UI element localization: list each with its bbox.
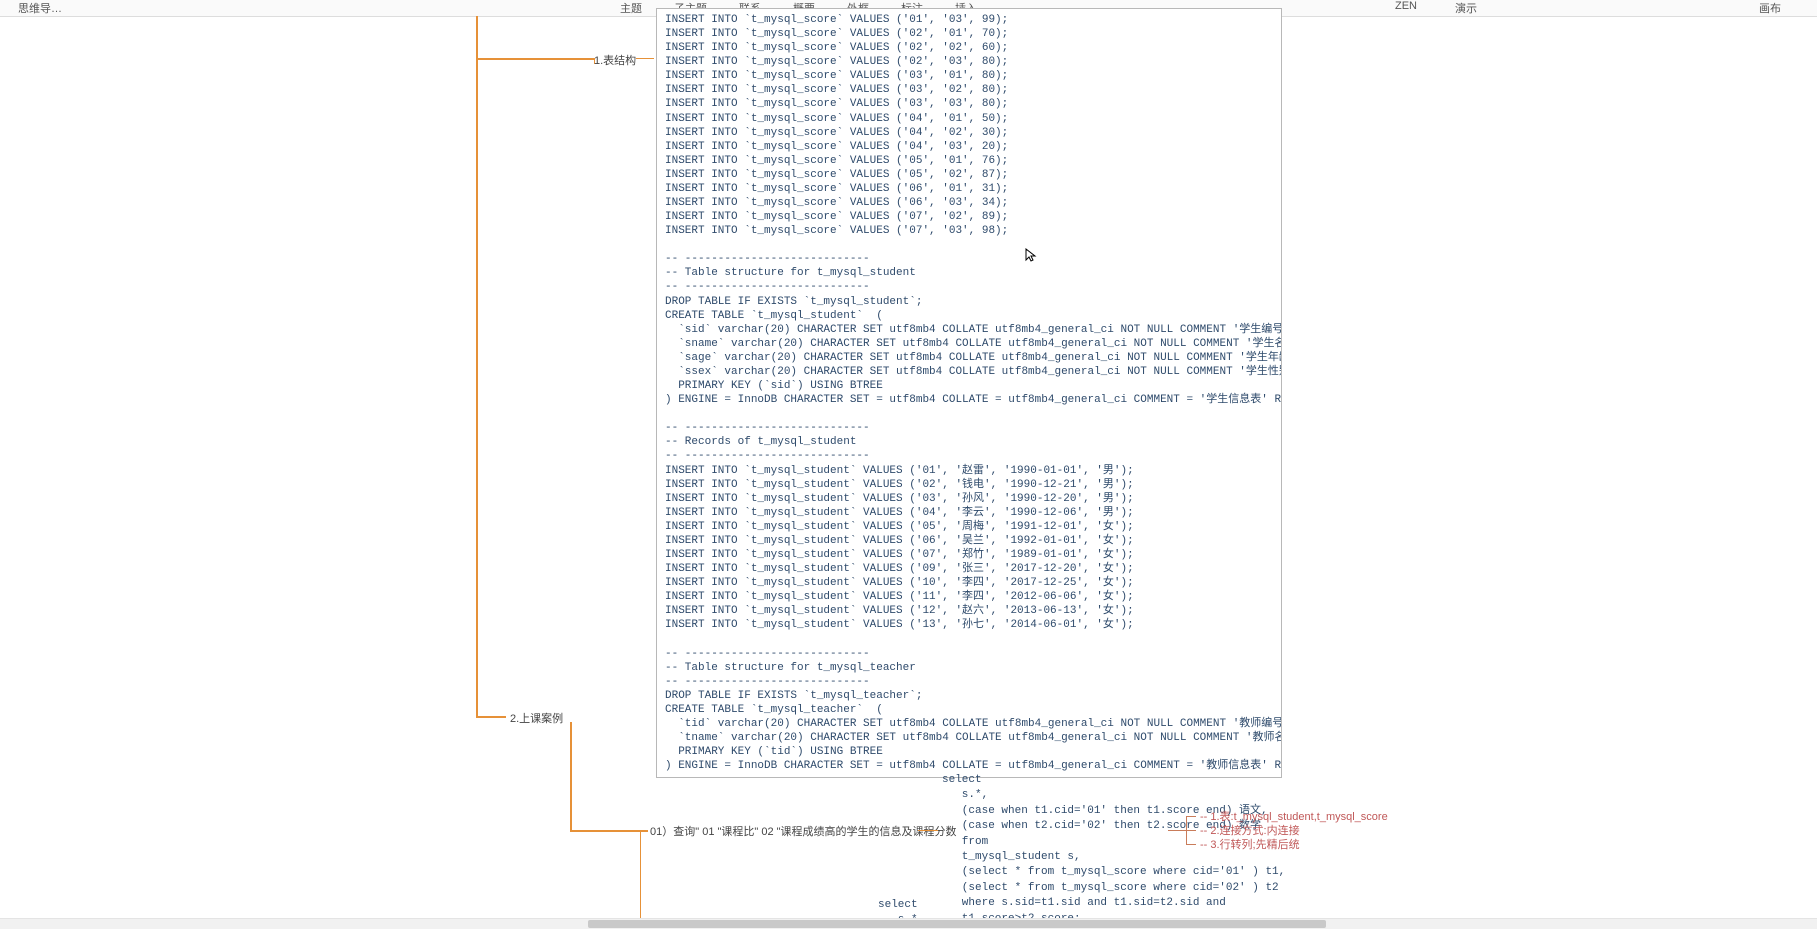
branch-q1-code	[918, 830, 938, 831]
mouse-cursor-icon	[1025, 248, 1039, 262]
branch-q1-bracket	[640, 830, 641, 920]
branch-notes1-t1	[1186, 816, 1196, 817]
node-q1[interactable]: 01）查询" 01 "课程比" 02 "课程成绩高的学生的信息及课程分数	[650, 823, 957, 839]
branch-2	[476, 716, 506, 718]
node-1[interactable]: 1.表结构	[594, 52, 636, 68]
mindmap-canvas[interactable]: 1.表结构 INSERT INTO `t_mysql_score` VALUES…	[0, 16, 1817, 919]
menu-zen[interactable]: ZEN	[1395, 0, 1417, 16]
app-title: 思维导…	[18, 0, 62, 16]
mindmap-page: 思维导… 主题 子主题 联系 概要 外框 标注 插入 ZEN 演示 画布 1.表…	[0, 0, 1817, 929]
branch-2-down	[570, 722, 572, 830]
scrollbar-thumb[interactable]	[588, 920, 1326, 928]
menu-canvas[interactable]: 画布	[1759, 0, 1781, 16]
menu-present[interactable]: 演示	[1455, 0, 1477, 16]
node-2[interactable]: 2.上课案例	[510, 710, 563, 726]
branch-q1	[570, 830, 648, 832]
branch-notes1	[1168, 830, 1186, 831]
menubar-right: ZEN 演示	[1395, 0, 1477, 16]
horizontal-scrollbar[interactable]	[0, 918, 1817, 929]
sql-script-box[interactable]: INSERT INTO `t_mysql_score` VALUES ('01'…	[656, 8, 1282, 778]
branch-notes1-t3	[1186, 844, 1196, 845]
branch-1-to-box	[636, 58, 654, 59]
branch-1	[476, 58, 594, 60]
trunk-line	[476, 16, 478, 716]
note-a3[interactable]: -- 3.行转列;先精后统	[1200, 837, 1300, 854]
branch-notes1-t2	[1186, 830, 1196, 831]
menu-topic[interactable]: 主题	[620, 0, 642, 16]
